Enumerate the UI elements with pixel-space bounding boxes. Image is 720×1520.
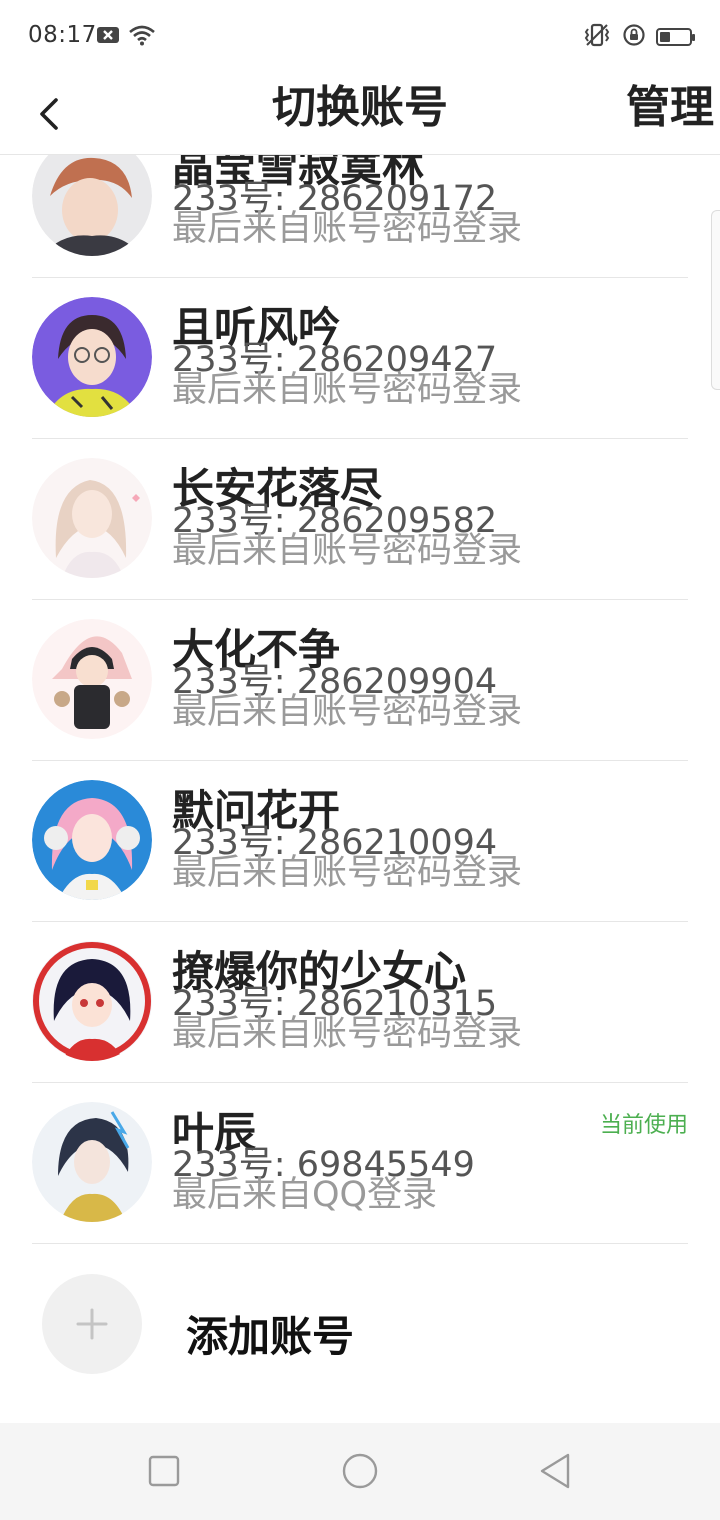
add-account-button[interactable]: 添加账号 (32, 1262, 688, 1392)
account-login-source: 最后来自账号密码登录 (172, 370, 523, 410)
account-item[interactable]: 晶莹雪寂寞林 233号: 286209172 最后来自账号密码登录 (32, 155, 688, 278)
recent-apps-icon (148, 1455, 180, 1487)
scroll-indicator[interactable] (711, 210, 720, 390)
account-login-source: 最后来自账号密码登录 (172, 692, 523, 732)
avatar (32, 458, 152, 578)
rotation-lock-icon (622, 23, 646, 51)
page-title: 切换账号 (272, 82, 448, 133)
add-icon-circle (42, 1274, 142, 1374)
battery-fill (660, 32, 670, 42)
account-login-source: 最后来自账号密码登录 (172, 853, 523, 893)
avatar (32, 1102, 152, 1222)
avatar (32, 155, 152, 256)
account-login-source: 最后来自账号密码登录 (172, 531, 523, 571)
status-bar: 08:17 (0, 0, 720, 74)
wifi-icon (128, 24, 156, 50)
app-header: 切换账号 管理 (0, 74, 720, 155)
avatar (32, 619, 152, 739)
account-list: 晶莹雪寂寞林 233号: 286209172 最后来自账号密码登录 且听风吟 2… (0, 155, 720, 1423)
home-button[interactable] (340, 1451, 380, 1491)
account-login-source: 最后来自账号密码登录 (172, 209, 523, 249)
account-item[interactable]: 叶辰 233号: 69845549 最后来自QQ登录 当前使用 (32, 1083, 688, 1244)
account-login-source: 最后来自账号密码登录 (172, 1014, 523, 1054)
manage-button[interactable]: 管理 (626, 78, 714, 138)
account-item[interactable]: 大化不争 233号: 286209904 最后来自账号密码登录 (32, 600, 688, 761)
avatar (32, 297, 152, 417)
avatar (32, 941, 152, 1061)
status-time: 08:17 (28, 22, 97, 48)
add-account-label: 添加账号 (186, 1312, 355, 1361)
avatar (32, 780, 152, 900)
account-item[interactable]: 默问花开 233号: 286210094 最后来自账号密码登录 (32, 761, 688, 922)
back-nav-button[interactable] (536, 1451, 576, 1491)
back-triangle-icon (540, 1453, 570, 1489)
current-account-badge: 当前使用 (599, 1113, 688, 1138)
notification-x-icon (96, 25, 120, 49)
account-item[interactable]: 且听风吟 233号: 286209427 最后来自账号密码登录 (32, 278, 688, 439)
account-login-source: 最后来自QQ登录 (172, 1175, 438, 1215)
vibrate-icon (582, 23, 612, 51)
home-icon (342, 1453, 378, 1489)
recent-apps-button[interactable] (144, 1451, 184, 1491)
battery-icon (656, 28, 695, 46)
account-item[interactable]: 长安花落尽 233号: 286209582 最后来自账号密码登录 (32, 439, 688, 600)
plus-icon (76, 1308, 108, 1340)
system-nav-bar (0, 1423, 720, 1520)
account-item[interactable]: 撩爆你的少女心 233号: 286210315 最后来自账号密码登录 (32, 922, 688, 1083)
